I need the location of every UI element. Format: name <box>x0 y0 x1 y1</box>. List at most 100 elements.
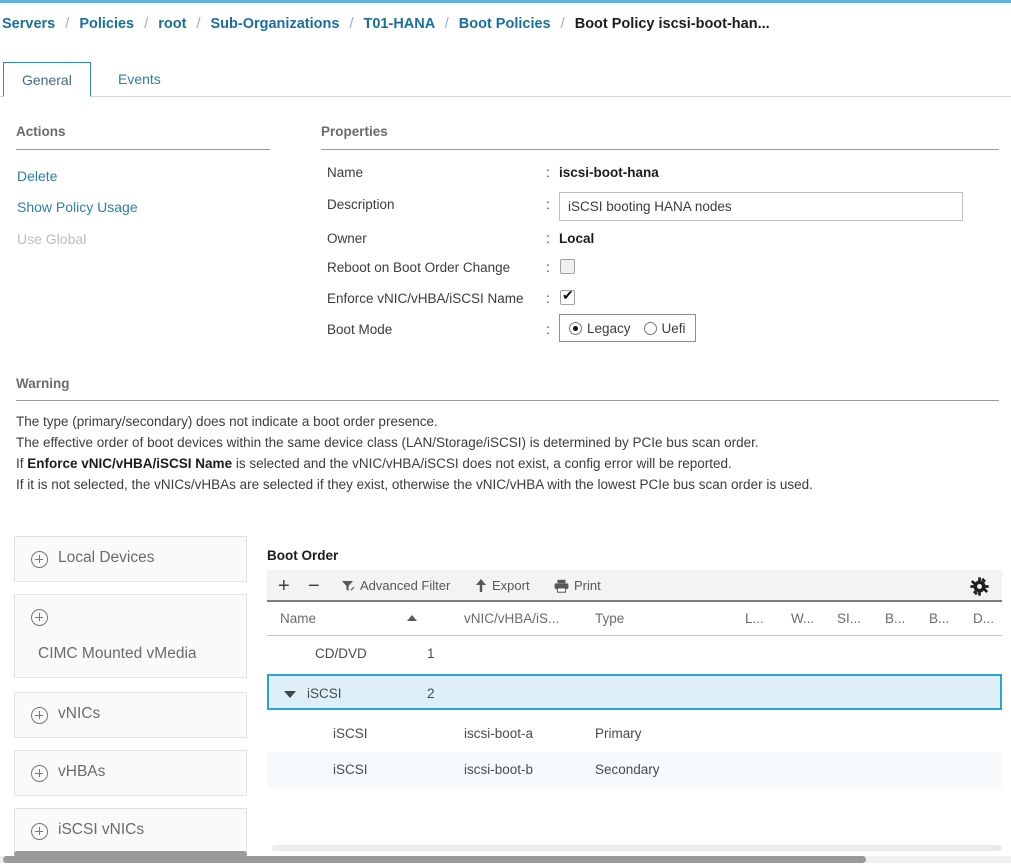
export-button[interactable]: Export <box>475 570 530 602</box>
page-horizontal-scrollbar[interactable] <box>3 856 866 863</box>
property-label-owner: Owner <box>327 227 367 251</box>
property-colon: : <box>546 227 550 251</box>
add-cimc-mounted-vmedia-button[interactable]: CIMC Mounted vMedia <box>14 594 247 678</box>
advanced-filter-button[interactable]: Advanced Filter <box>341 570 450 602</box>
warning-line-3-pre: If <box>16 456 27 471</box>
collapse-triangle-icon[interactable] <box>284 691 296 698</box>
print-label: Print <box>574 570 601 602</box>
table-row[interactable]: iSCSI 2 <box>267 674 1002 710</box>
add-cimc-mounted-vmedia-label: CIMC Mounted vMedia <box>38 645 197 663</box>
breadcrumb-item-current: Boot Policy iscsi-boot-han... <box>575 16 770 32</box>
column-header-w[interactable]: W... <box>791 602 814 636</box>
property-label-name: Name <box>327 161 363 185</box>
breadcrumb-item-sub-organizations[interactable]: Sub-Organizations <box>211 16 340 32</box>
properties-section-divider <box>321 149 999 150</box>
breadcrumb-item-boot-policies[interactable]: Boot Policies <box>459 16 551 32</box>
boot-order-title: Boot Order <box>267 548 338 563</box>
table-row[interactable]: iSCSI iscsi-boot-b Secondary <box>267 752 1002 788</box>
property-colon: : <box>546 256 550 280</box>
print-button[interactable]: Print <box>554 570 601 602</box>
breadcrumb: Servers / Policies / root / Sub-Organiza… <box>2 16 770 32</box>
boot-mode-option-uefi-label: Uefi <box>662 321 686 336</box>
property-value-name: iscsi-boot-hana <box>559 161 659 185</box>
plus-circle-icon <box>31 609 48 626</box>
column-header-type[interactable]: Type <box>595 602 624 636</box>
property-row-reboot-on-boot-order-change: Reboot on Boot Order Change : <box>327 256 987 280</box>
add-iscsi-vnics-label: iSCSI vNICs <box>58 821 144 839</box>
boot-mode-radio-group: Legacy Uefi <box>559 314 696 342</box>
cell-name: CD/DVD <box>315 636 367 672</box>
property-label-boot-mode: Boot Mode <box>327 318 392 342</box>
add-vhbas-button[interactable]: vHBAs <box>14 750 247 796</box>
reboot-on-boot-order-change-checkbox[interactable] <box>560 259 575 274</box>
upload-arrow-icon <box>475 579 487 593</box>
cell-vnic: iscsi-boot-b <box>464 752 533 788</box>
warning-section-divider <box>16 400 999 401</box>
actions-section-title: Actions <box>16 124 66 139</box>
delete-row-button[interactable]: − <box>308 570 320 602</box>
show-policy-usage-action-link[interactable]: Show Policy Usage <box>17 199 138 215</box>
boot-order-table-header: Name vNIC/vHBA/iS... Type L... W... SI..… <box>267 602 1002 636</box>
column-header-sl[interactable]: SI... <box>837 602 861 636</box>
top-accent-rule <box>0 0 1011 3</box>
advanced-filter-label: Advanced Filter <box>360 570 450 602</box>
radio-selected-icon <box>569 322 582 335</box>
boot-mode-option-legacy[interactable]: Legacy <box>569 321 631 336</box>
property-colon: : <box>546 193 550 217</box>
boot-policy-page: Servers / Policies / root / Sub-Organiza… <box>0 0 1011 864</box>
boot-order-horizontal-scrollbar[interactable] <box>272 845 1002 851</box>
warning-line-4: If it is not selected, the vNICs/vHBAs a… <box>16 474 996 495</box>
cell-name: iSCSI <box>333 716 368 752</box>
add-vhbas-label: vHBAs <box>58 763 105 781</box>
warning-line-2: The effective order of boot devices with… <box>16 432 996 453</box>
breadcrumb-item-root[interactable]: root <box>158 16 186 32</box>
warning-line-3-post: is selected and the vNIC/vHBA/iSCSI does… <box>232 456 732 471</box>
plus-circle-icon <box>31 823 48 840</box>
column-header-b1[interactable]: B... <box>885 602 905 636</box>
breadcrumb-separator: / <box>561 16 565 32</box>
breadcrumb-item-servers[interactable]: Servers <box>2 16 55 32</box>
cell-order: 1 <box>427 636 435 672</box>
add-vnics-button[interactable]: vNICs <box>14 692 247 738</box>
property-label-enforce-vnic-vhba-iscsi-name: Enforce vNIC/vHBA/iSCSI Name <box>327 287 524 311</box>
add-row-button[interactable]: + <box>278 570 290 602</box>
boot-mode-option-legacy-label: Legacy <box>587 321 631 336</box>
export-label: Export <box>492 570 530 602</box>
property-row-owner: Owner : Local <box>327 227 987 251</box>
cell-name: iSCSI <box>307 676 342 712</box>
property-row-description: Description : <box>327 193 987 217</box>
plus-circle-icon <box>31 707 48 724</box>
property-row-enforce-vnic-vhba-iscsi-name: Enforce vNIC/vHBA/iSCSI Name : <box>327 287 987 311</box>
breadcrumb-item-policies[interactable]: Policies <box>79 16 134 32</box>
column-header-vnic-vhba-iscsi[interactable]: vNIC/vHBA/iS... <box>464 602 559 636</box>
add-local-devices-button[interactable]: Local Devices <box>14 536 247 582</box>
tab-bar: General Events <box>0 62 1011 97</box>
breadcrumb-item-t01-hana[interactable]: T01-HANA <box>364 16 435 32</box>
enforce-vnic-vhba-iscsi-name-checkbox[interactable] <box>560 290 575 305</box>
column-header-b2[interactable]: B... <box>929 602 949 636</box>
property-row-name: Name : iscsi-boot-hana <box>327 161 987 185</box>
property-label-description: Description <box>327 193 395 217</box>
radio-unselected-icon <box>644 322 657 335</box>
column-header-name[interactable]: Name <box>280 602 316 636</box>
add-iscsi-vnics-button[interactable]: iSCSI vNICs <box>14 808 247 854</box>
plus-circle-icon <box>31 551 48 568</box>
table-row[interactable]: CD/DVD 1 <box>267 636 1002 672</box>
delete-action-link[interactable]: Delete <box>17 168 57 184</box>
use-global-action-link: Use Global <box>17 231 86 247</box>
column-header-d[interactable]: D... <box>973 602 994 636</box>
description-input[interactable] <box>559 192 963 221</box>
table-row[interactable]: iSCSI iscsi-boot-a Primary <box>267 716 1002 752</box>
tab-events[interactable]: Events <box>100 62 179 97</box>
property-value-owner: Local <box>559 227 594 251</box>
column-header-l[interactable]: L... <box>745 602 764 636</box>
gear-icon[interactable] <box>970 570 989 602</box>
cell-vnic: iscsi-boot-a <box>464 716 533 752</box>
property-colon: : <box>546 318 550 342</box>
breadcrumb-separator: / <box>144 16 148 32</box>
sort-ascending-icon[interactable] <box>407 615 417 621</box>
plus-circle-icon <box>31 765 48 782</box>
tab-general[interactable]: General <box>3 62 91 97</box>
boot-order-toolbar: + − Advanced Filter Export Print <box>267 570 1002 602</box>
boot-mode-option-uefi[interactable]: Uefi <box>644 321 686 336</box>
